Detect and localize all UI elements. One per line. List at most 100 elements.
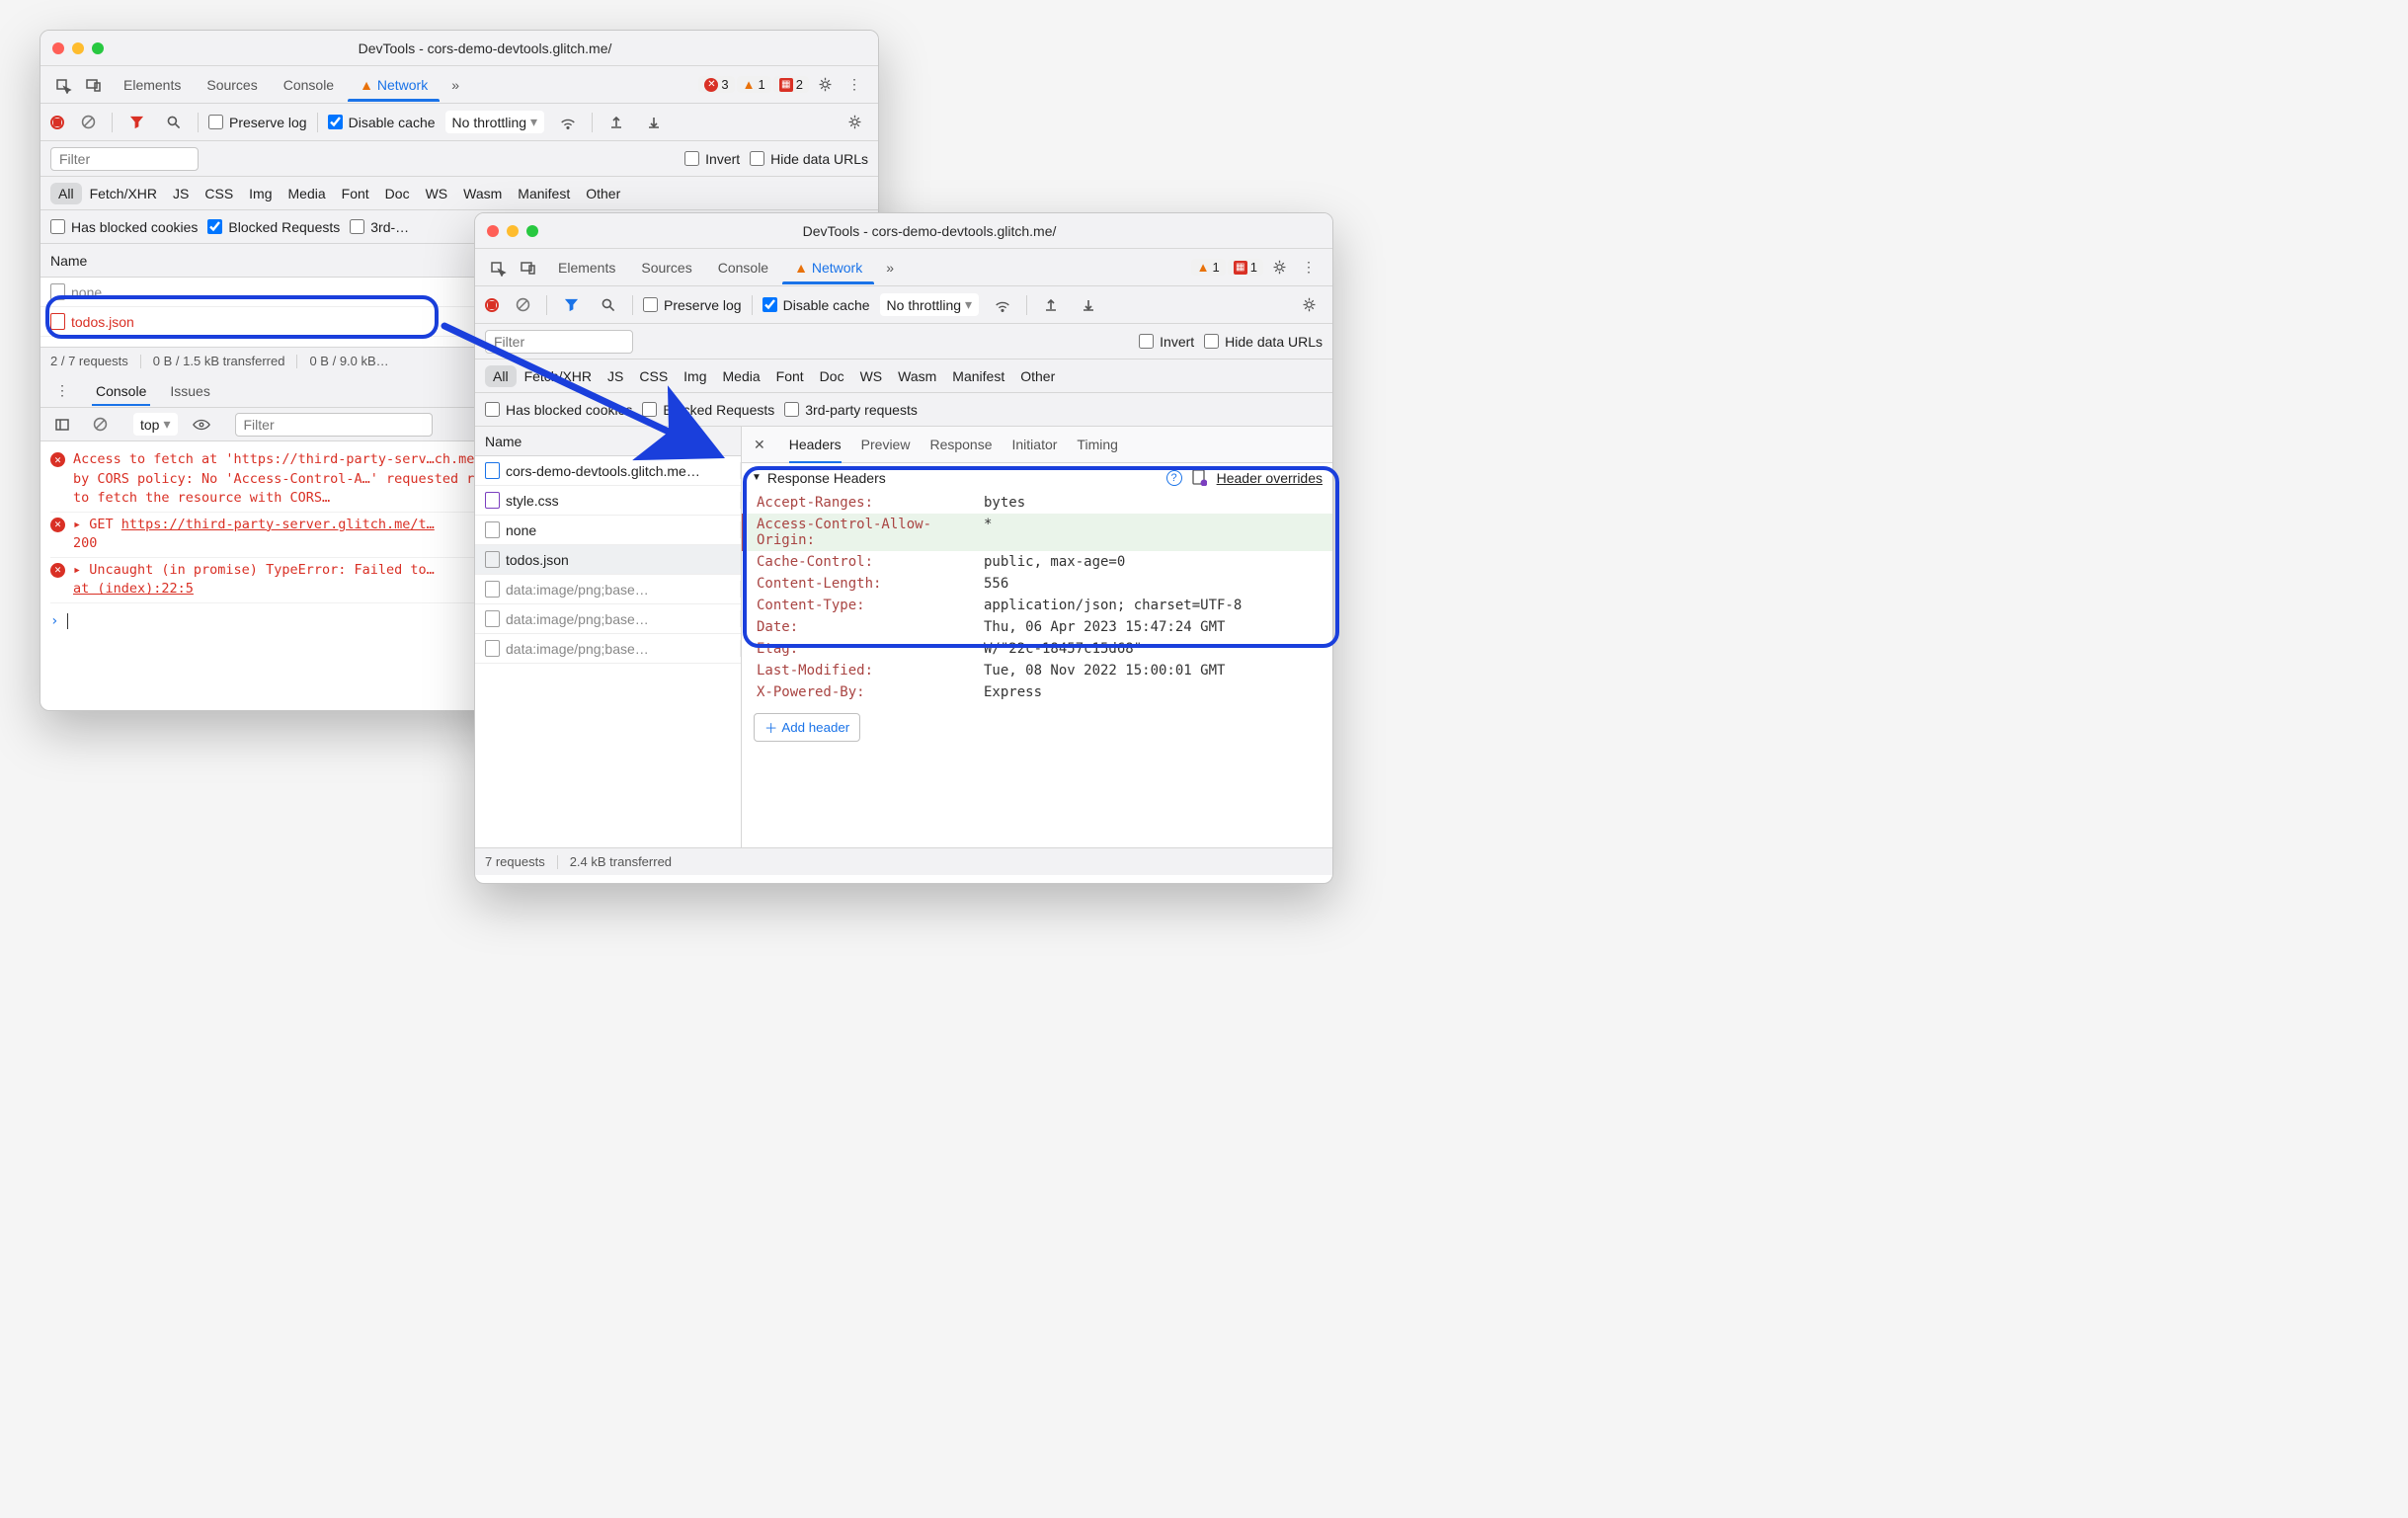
filter-other[interactable]: Other <box>578 183 628 204</box>
blocked-cookies-checkbox[interactable]: Has blocked cookies <box>50 219 198 235</box>
warning-count-badge[interactable]: ▲1 <box>737 76 771 93</box>
tab-network[interactable]: ▲ Network <box>782 252 874 283</box>
hide-data-urls-checkbox[interactable]: Hide data URLs <box>750 151 868 167</box>
minimize-icon[interactable] <box>507 225 519 237</box>
column-name[interactable]: Name <box>475 428 741 455</box>
table-row[interactable]: cors-demo-devtools.glitch.me… <box>475 456 741 486</box>
record-button[interactable] <box>485 298 499 312</box>
minimize-icon[interactable] <box>72 42 84 54</box>
drawer-kebab-icon[interactable]: ⋮ <box>48 377 76 405</box>
zoom-icon[interactable] <box>92 42 104 54</box>
blocked-cookies-checkbox[interactable]: Has blocked cookies <box>485 402 632 418</box>
clear-console-icon[interactable] <box>86 411 114 439</box>
disable-cache-checkbox[interactable]: Disable cache <box>328 115 436 130</box>
table-row[interactable]: data:image/png;base… <box>475 575 741 604</box>
filter-js[interactable]: JS <box>165 183 197 204</box>
device-toolbar-icon[interactable] <box>80 71 108 99</box>
detail-tab-headers[interactable]: Headers <box>789 433 842 456</box>
filter-manifest[interactable]: Manifest <box>944 365 1012 387</box>
detail-tab-response[interactable]: Response <box>929 433 992 456</box>
filter-all[interactable]: All <box>485 365 517 387</box>
tab-network[interactable]: ▲ Network <box>348 69 440 101</box>
header-overrides-link[interactable]: Header overrides <box>1217 470 1323 486</box>
throttling-select[interactable]: No throttling ▾ <box>880 293 980 316</box>
drawer-tab-issues[interactable]: Issues <box>166 377 213 405</box>
search-icon[interactable] <box>595 291 622 319</box>
network-settings-icon[interactable] <box>1295 291 1323 319</box>
response-headers-section[interactable]: ▼ Response Headers ? Header overrides <box>742 463 1332 492</box>
tab-sources[interactable]: Sources <box>195 69 269 101</box>
settings-icon[interactable] <box>1265 254 1293 281</box>
filter-ws[interactable]: WS <box>418 183 456 204</box>
disable-cache-checkbox[interactable]: Disable cache <box>763 297 870 313</box>
table-row[interactable]: none <box>475 516 741 545</box>
table-row[interactable]: style.css <box>475 486 741 516</box>
filter-wasm[interactable]: Wasm <box>455 183 510 204</box>
blocked-count-badge[interactable]: ▦2 <box>773 76 809 93</box>
sidebar-toggle-icon[interactable] <box>48 411 76 439</box>
import-har-icon[interactable] <box>602 109 630 136</box>
preserve-log-checkbox[interactable]: Preserve log <box>208 115 307 130</box>
filter-manifest[interactable]: Manifest <box>510 183 578 204</box>
filter-doc[interactable]: Doc <box>812 365 852 387</box>
drawer-tab-console[interactable]: Console <box>92 377 150 405</box>
tab-elements[interactable]: Elements <box>112 69 193 101</box>
inspect-icon[interactable] <box>485 254 513 281</box>
close-icon[interactable] <box>52 42 64 54</box>
detail-tab-initiator[interactable]: Initiator <box>1012 433 1058 456</box>
kebab-menu-icon[interactable]: ⋮ <box>1295 254 1323 281</box>
search-icon[interactable] <box>160 109 188 136</box>
filter-font[interactable]: Font <box>768 365 812 387</box>
hide-data-urls-checkbox[interactable]: Hide data URLs <box>1204 334 1323 350</box>
detail-tab-preview[interactable]: Preview <box>861 433 911 456</box>
filter-ws[interactable]: WS <box>852 365 891 387</box>
invert-checkbox[interactable]: Invert <box>1139 334 1194 350</box>
filter-media[interactable]: Media <box>281 183 334 204</box>
filter-fetch-xhr[interactable]: Fetch/XHR <box>517 365 600 387</box>
add-header-button[interactable]: ＋Add header <box>754 713 860 742</box>
filter-img[interactable]: Img <box>676 365 714 387</box>
tab-elements[interactable]: Elements <box>546 252 627 283</box>
close-detail-icon[interactable]: ✕ <box>754 437 765 453</box>
settings-icon[interactable] <box>811 71 839 99</box>
more-tabs-icon[interactable]: » <box>441 71 469 99</box>
blocked-requests-checkbox[interactable]: Blocked Requests <box>207 219 340 235</box>
eye-icon[interactable] <box>188 411 215 439</box>
third-party-checkbox[interactable]: 3rd-… <box>350 219 409 235</box>
filter-font[interactable]: Font <box>334 183 377 204</box>
preserve-log-checkbox[interactable]: Preserve log <box>643 297 742 313</box>
filter-js[interactable]: JS <box>600 365 631 387</box>
clear-icon[interactable] <box>509 291 536 319</box>
tab-console[interactable]: Console <box>706 252 780 283</box>
filter-css[interactable]: CSS <box>197 183 241 204</box>
close-icon[interactable] <box>487 225 499 237</box>
tab-console[interactable]: Console <box>272 69 346 101</box>
import-har-icon[interactable] <box>1037 291 1065 319</box>
filter-input[interactable] <box>485 330 633 354</box>
zoom-icon[interactable] <box>526 225 538 237</box>
more-tabs-icon[interactable]: » <box>876 254 904 281</box>
throttling-select[interactable]: No throttling ▾ <box>445 111 545 133</box>
filter-media[interactable]: Media <box>715 365 768 387</box>
filter-fetch-xhr[interactable]: Fetch/XHR <box>82 183 165 204</box>
invert-checkbox[interactable]: Invert <box>684 151 740 167</box>
help-icon[interactable]: ? <box>1166 470 1182 486</box>
device-toolbar-icon[interactable] <box>515 254 542 281</box>
warning-count-badge[interactable]: ▲1 <box>1191 259 1226 276</box>
filter-css[interactable]: CSS <box>631 365 676 387</box>
network-conditions-icon[interactable] <box>989 291 1016 319</box>
context-select[interactable]: top ▾ <box>133 413 178 436</box>
error-count-badge[interactable]: ✕3 <box>698 76 734 93</box>
table-row-selected[interactable]: todos.json <box>475 545 741 575</box>
third-party-checkbox[interactable]: 3rd-party requests <box>784 402 918 418</box>
export-har-icon[interactable] <box>640 109 668 136</box>
clear-icon[interactable] <box>74 109 102 136</box>
filter-icon[interactable] <box>122 109 150 136</box>
filter-icon[interactable] <box>557 291 585 319</box>
filter-all[interactable]: All <box>50 183 82 204</box>
record-button[interactable] <box>50 116 64 129</box>
blocked-requests-checkbox[interactable]: Blocked Requests <box>642 402 774 418</box>
inspect-icon[interactable] <box>50 71 78 99</box>
export-har-icon[interactable] <box>1075 291 1102 319</box>
filter-other[interactable]: Other <box>1012 365 1063 387</box>
